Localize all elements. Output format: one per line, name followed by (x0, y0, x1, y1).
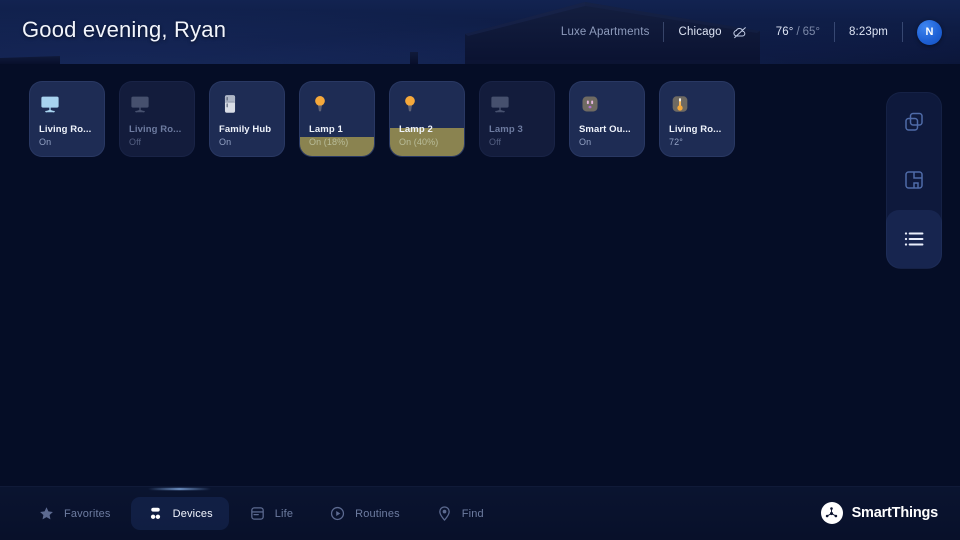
city-label: Chicago (678, 26, 722, 38)
avatar-initial: N (925, 26, 934, 38)
status-divider (902, 22, 903, 42)
device-label: Living Ro... (39, 124, 92, 135)
header-bar: Good evening, Ryan Luxe Apartments Chica… (0, 0, 960, 64)
device-label: Lamp 1 (309, 124, 343, 135)
star-icon (40, 507, 53, 520)
smartthings-logo-icon (820, 502, 843, 524)
status-bar: Luxe Apartments Chicago 76° / 65° 8:23pm (547, 0, 942, 64)
device-label: Lamp 2 (399, 124, 433, 135)
nav-item-devices[interactable]: Devices (130, 497, 229, 530)
brand-name-label: SmartThings (851, 505, 939, 521)
nav-item-label: Life (274, 507, 294, 520)
device-card[interactable]: Living Ro... 72° (659, 81, 735, 157)
tv-icon (131, 96, 149, 113)
device-status: On (40%) (399, 137, 439, 147)
device-status: On (39, 137, 52, 147)
device-icon-wrap (399, 93, 455, 115)
nav-item-label: Routines (355, 507, 400, 520)
device-card[interactable]: Living Ro... On (29, 81, 105, 157)
device-card[interactable]: Lamp 2 On (40%) (389, 81, 465, 157)
page-title: Good evening, Ryan (22, 17, 227, 42)
avatar[interactable]: N (917, 19, 942, 45)
nav-item-routines[interactable]: Routines (313, 497, 416, 530)
tv-icon (491, 96, 509, 113)
device-label: Living Ro... (129, 124, 182, 135)
lightbulb-icon (405, 96, 415, 112)
nav-item-label: Devices (172, 507, 213, 520)
device-icon-wrap (669, 93, 725, 115)
device-card-row: Living Ro... On Living Ro... Off Family Hub O… (29, 81, 735, 157)
temp-separator: / (796, 26, 800, 38)
cloud-night-icon (733, 27, 746, 39)
lightbulb-icon (315, 96, 325, 112)
routines-icon (331, 506, 345, 521)
nav-item-list: Favorites Devices Life Routines Find (22, 497, 500, 530)
refrigerator-icon (224, 95, 236, 113)
nav-item-label: Find (461, 507, 484, 520)
nav-item-favorites[interactable]: Favorites (22, 497, 127, 530)
life-icon (250, 507, 264, 520)
weather-segment[interactable]: Chicago (664, 21, 761, 43)
device-label: Lamp 3 (489, 124, 523, 135)
device-label: Family Hub (219, 124, 272, 135)
device-status: On (18%) (309, 137, 349, 147)
smartthings-nodes-icon (825, 506, 838, 517)
device-card[interactable]: Lamp 1 On (18%) (299, 81, 375, 157)
device-status: On (219, 137, 232, 147)
outlet-icon (582, 96, 598, 112)
floorplan-view-icon (905, 171, 923, 190)
device-card[interactable]: Lamp 3 Off (479, 81, 555, 157)
list-view-icon (904, 232, 924, 246)
temp-low-label: 65° (802, 26, 821, 38)
thermostat-icon (672, 96, 688, 112)
nav-item-life[interactable]: Life (233, 497, 309, 530)
tv-icon (41, 96, 59, 113)
temp-high-label: 76° (775, 26, 794, 38)
device-status: Off (489, 137, 502, 147)
bottom-navigation: Favorites Devices Life Routines Find SmartTh… (0, 486, 960, 540)
temperature-segment: 76° / 65° (762, 21, 834, 43)
device-icon-wrap (489, 93, 545, 115)
cards-view-icon (905, 112, 923, 131)
clock-segment: 8:23pm (835, 21, 902, 43)
device-card[interactable]: Family Hub On (209, 81, 285, 157)
device-label: Living Ro... (669, 124, 722, 135)
device-status: On (579, 137, 592, 147)
device-icon-wrap (309, 93, 365, 115)
device-icon-wrap (579, 93, 635, 115)
nav-item-label: Favorites (64, 507, 111, 520)
device-card[interactable]: Smart Ou... On (569, 81, 645, 157)
view-button-list[interactable] (886, 209, 942, 268)
clock-label: 8:23pm (849, 26, 888, 38)
device-status: Off (129, 137, 142, 147)
brand-logo: SmartThings (820, 486, 939, 540)
home-name-label: Luxe Apartments (560, 26, 650, 38)
view-button-cards[interactable] (886, 93, 942, 151)
device-icon-wrap (219, 93, 275, 115)
smartthings-dashboard: Good evening, Ryan Luxe Apartments Chica… (0, 0, 960, 540)
device-label: Smart Ou... (579, 124, 631, 135)
devices-icon (150, 507, 160, 519)
device-status: 72° (669, 137, 683, 147)
find-pin-icon (438, 506, 450, 521)
device-icon-wrap (129, 93, 185, 115)
home-name-segment[interactable]: Luxe Apartments (547, 21, 664, 43)
view-button-floorplan[interactable] (886, 151, 942, 209)
nav-item-find[interactable]: Find (420, 497, 500, 530)
view-switcher-panel (886, 92, 942, 269)
device-card[interactable]: Living Ro... Off (119, 81, 195, 157)
device-icon-wrap (39, 93, 95, 115)
